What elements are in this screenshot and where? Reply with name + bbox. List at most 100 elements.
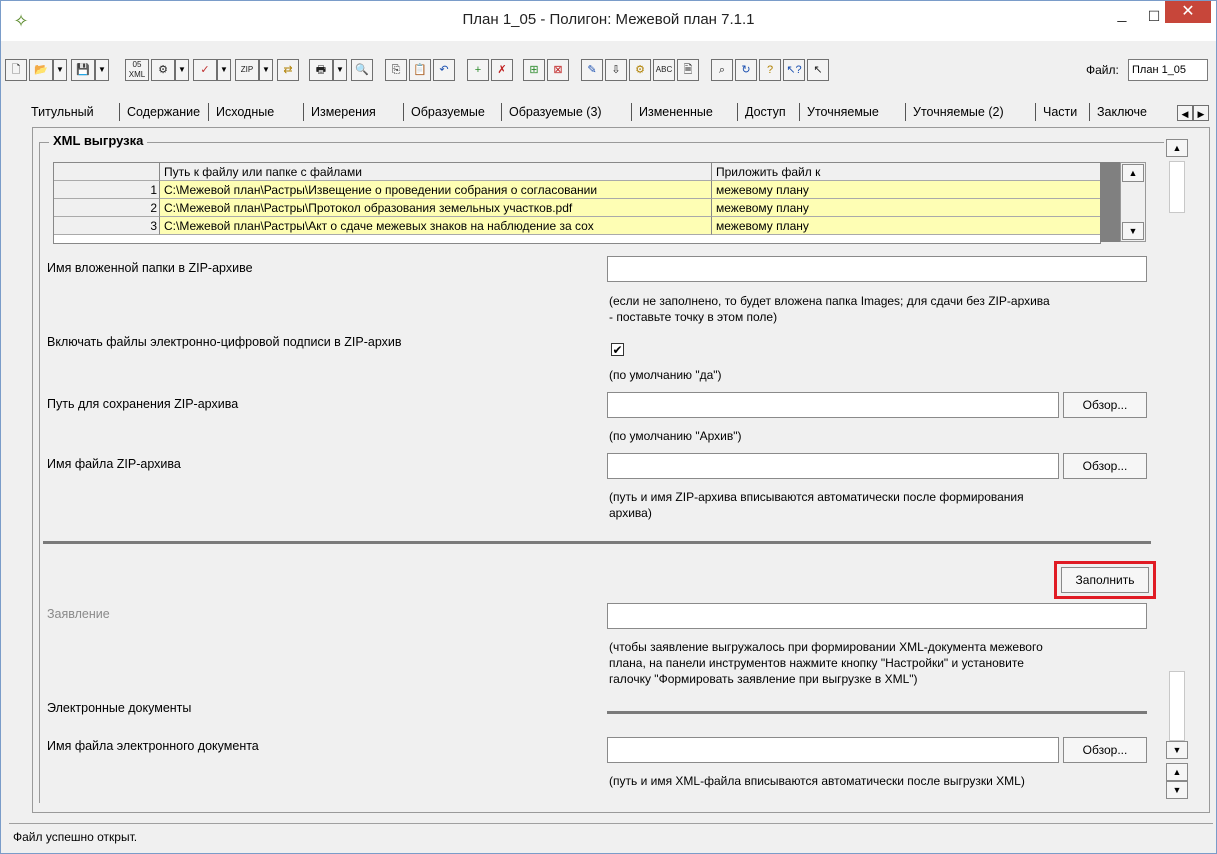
file-field[interactable]: План 1_05 [1128,59,1208,81]
tab-zaklyuchenie[interactable]: Заключе [1097,105,1179,119]
tab-izmereniya[interactable]: Измерения [311,105,376,119]
row-number: 1 [54,181,160,199]
zip-icon[interactable]: ZIP [235,59,259,81]
statement-hint-2: плана, на панели инструментов нажмите кн… [609,656,1024,670]
zip-name-browse-button[interactable]: Обзор... [1063,453,1147,479]
table-row[interactable]: 2 C:\Межевой план\Растры\Протокол образо… [54,199,1100,217]
statement-input[interactable] [607,603,1147,629]
row-number: 2 [54,199,160,217]
save-icon[interactable]: 💾 [71,59,95,81]
toolbar: 🗋 📂 ▼ 💾 ▼ 05 XML ⚙ ▼ ✓ ▼ ZIP ▼ ⇄ 🖶 ▼ 🔍 ⎘… [1,55,1216,85]
validate-dropdown-icon[interactable]: ▼ [217,59,231,81]
tab-obrazuemye[interactable]: Образуемые [411,105,485,119]
add-row-icon[interactable]: + [467,59,489,81]
edoc-name-input[interactable] [607,737,1059,763]
scroll-thumb[interactable] [1169,161,1185,213]
import-icon[interactable]: ⇩ [605,59,627,81]
print-dropdown-icon[interactable]: ▼ [333,59,347,81]
open-dropdown-icon[interactable]: ▼ [53,59,67,81]
tab-iskhodnye[interactable]: Исходные [216,105,274,119]
validate-icon[interactable]: ✓ [193,59,217,81]
tab-utochnyaemye[interactable]: Уточняемые [807,105,879,119]
table-scrollbar[interactable]: ▲ ▼ [1120,162,1146,242]
title-bar: ✧ План 1_05 - Полигон: Межевой план 7.1.… [1,1,1216,41]
save-dropdown-icon[interactable]: ▼ [95,59,109,81]
tab-strip: Титульный Содержание Исходные Измерения … [31,101,1211,127]
statement-hint-3: галочку "Формировать заявление при выгру… [609,672,918,686]
edocs-divider [607,711,1147,714]
delete-row-icon[interactable]: ✗ [491,59,513,81]
context-help-icon[interactable]: ↖? [783,59,805,81]
save-path-input[interactable] [607,392,1059,418]
main-window: ✧ План 1_05 - Полигон: Межевой план 7.1.… [0,0,1217,854]
path-cell[interactable]: C:\Межевой план\Растры\Извещение о прове… [160,181,712,199]
path-cell[interactable]: C:\Межевой план\Растры\Протокол образова… [160,199,712,217]
table-row[interactable]: 1 C:\Межевой план\Растры\Извещение о про… [54,181,1100,199]
column-header-path[interactable]: Путь к файлу или папке с файлами [160,163,712,181]
tab-titulny[interactable]: Титульный [31,105,94,119]
scroll-up-small-icon[interactable]: ▲ [1166,763,1188,781]
scroll-thumb-lower[interactable] [1169,671,1185,741]
xml-export-icon[interactable]: 05 XML [125,59,149,81]
zip-dropdown-icon[interactable]: ▼ [259,59,273,81]
column-header-attach[interactable]: Приложить файл к [712,163,1100,181]
zip-name-input[interactable] [607,453,1059,479]
new-file-icon[interactable]: 🗋 [5,59,27,81]
paste-icon[interactable]: 📋 [409,59,431,81]
table-empty-area [1100,162,1120,242]
tab-utochnyaemye-2[interactable]: Уточняемые (2) [913,105,1004,119]
tab-obrazuemye-3[interactable]: Образуемые (3) [509,105,602,119]
zip-folder-input[interactable] [607,256,1147,282]
print-preview-icon[interactable]: 🔍 [351,59,373,81]
delete-column-icon[interactable]: ⊠ [547,59,569,81]
zip-folder-label: Имя вложенной папки в ZIP-архиве [47,261,253,275]
table-row[interactable]: 3 C:\Межевой план\Растры\Акт о сдаче меж… [54,217,1100,235]
xml-dropdown-icon[interactable]: ▼ [175,59,189,81]
status-bar: Файл успешно открыт. [9,823,1213,850]
minimize-button[interactable]: _ [1109,7,1135,27]
sign-files-checkbox[interactable]: ✔ [611,343,624,356]
zip-name-label: Имя файла ZIP-архива [47,457,181,471]
table-scroll-up-icon[interactable]: ▲ [1122,164,1144,182]
attach-cell[interactable]: межевому плану [712,199,1100,217]
tab-chasti[interactable]: Части [1043,105,1077,119]
scroll-down-small-icon[interactable]: ▼ [1166,781,1188,799]
pencil-icon[interactable]: ✎ [581,59,603,81]
attach-cell[interactable]: межевому плану [712,181,1100,199]
copy-icon[interactable]: ⎘ [385,59,407,81]
row-number: 3 [54,217,160,235]
sign-files-label: Включать файлы электронно-цифровой подпи… [47,335,402,349]
path-cell[interactable]: C:\Межевой план\Растры\Акт о сдаче межев… [160,217,712,235]
print-icon[interactable]: 🖶 [309,59,333,81]
save-path-browse-button[interactable]: Обзор... [1063,392,1147,418]
window-title: План 1_05 - Полигон: Межевой план 7.1.1 [462,11,755,28]
refresh-icon[interactable]: ↻ [735,59,757,81]
attach-cell[interactable]: межевому плану [712,217,1100,235]
table-scroll-down-icon[interactable]: ▼ [1122,222,1144,240]
row-number-header [54,163,160,181]
maximize-button[interactable]: ☐ [1141,7,1167,27]
undo-icon[interactable]: ↶ [433,59,455,81]
close-button[interactable]: ✕ [1165,1,1211,23]
pointer-icon[interactable]: ↖ [807,59,829,81]
xml-import-icon[interactable]: ⚙ [629,59,651,81]
tab-scroll-right-icon[interactable]: ▶ [1193,105,1209,121]
tab-scroll-left-icon[interactable]: ◀ [1177,105,1193,121]
scroll-down-icon[interactable]: ▼ [1166,741,1188,759]
help-icon[interactable]: ? [759,59,781,81]
fill-button[interactable]: Заполнить [1061,567,1149,593]
xml-settings-icon[interactable]: ⚙ [151,59,175,81]
exchange-icon[interactable]: ⇄ [277,59,299,81]
spellcheck-icon[interactable]: ABC [653,59,675,81]
scroll-up-icon[interactable]: ▲ [1166,139,1188,157]
table-header: Путь к файлу или папке с файлами Приложи… [54,163,1100,181]
tab-dostup[interactable]: Доступ [745,105,786,119]
add-column-icon[interactable]: ⊞ [523,59,545,81]
attachments-table[interactable]: Путь к файлу или папке с файлами Приложи… [53,162,1101,244]
open-folder-icon[interactable]: 📂 [29,59,53,81]
tab-izmenennye[interactable]: Измененные [639,105,713,119]
document-icon[interactable]: 🗎 [677,59,699,81]
edoc-name-browse-button[interactable]: Обзор... [1063,737,1147,763]
search-icon[interactable]: ⌕ [711,59,733,81]
tab-soderzhanie[interactable]: Содержание [127,105,200,119]
